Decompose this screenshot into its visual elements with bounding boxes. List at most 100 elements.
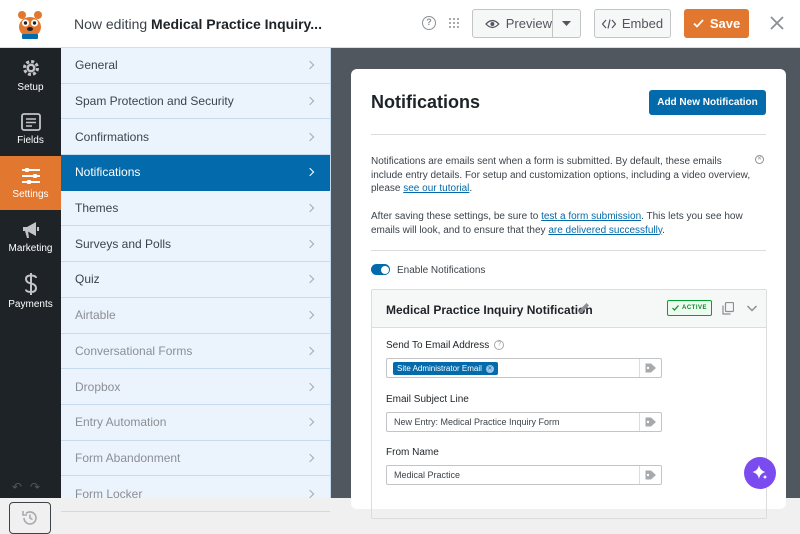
subject-label: Email Subject Line bbox=[386, 394, 469, 405]
settings-panel: General Spam Protection and Security Confi… bbox=[61, 48, 331, 512]
preview-dropdown-button[interactable] bbox=[553, 20, 580, 27]
notifications-card: Notifications Add New Notification Notif… bbox=[351, 69, 786, 519]
settings-item-surveys-and-polls[interactable]: Surveys and Polls bbox=[61, 226, 330, 263]
info2-a: After saving these settings, be sure to bbox=[371, 211, 542, 222]
tag-icon bbox=[645, 470, 656, 480]
settings-item-themes[interactable]: Themes bbox=[61, 191, 330, 227]
settings-item-label: Quiz bbox=[75, 272, 100, 287]
divider bbox=[371, 134, 766, 135]
sidebar-settings[interactable]: Settings bbox=[0, 156, 61, 210]
code-icon bbox=[601, 18, 616, 29]
settings-item-label: Spam Protection and Security bbox=[75, 94, 234, 109]
chevron-right-icon bbox=[305, 310, 315, 320]
chevron-right-icon bbox=[305, 61, 315, 70]
add-new-notification-button[interactable]: Add New Notification bbox=[649, 90, 766, 115]
enable-notifications-toggle[interactable] bbox=[371, 264, 390, 275]
settings-item-label: Confirmations bbox=[75, 129, 150, 144]
caret-down-icon bbox=[562, 20, 571, 26]
checkmark-icon bbox=[693, 19, 704, 28]
settings-item-label: Form Abandonment bbox=[75, 450, 181, 465]
history-icon bbox=[22, 511, 37, 525]
sidebar-label: Setup bbox=[17, 81, 44, 93]
chevron-right-icon bbox=[305, 168, 315, 177]
chevron-right-icon bbox=[305, 96, 315, 106]
embed-label: Embed bbox=[621, 16, 664, 31]
preview-button[interactable]: Preview bbox=[473, 10, 553, 37]
settings-item-form-abandonment[interactable]: Form Abandonment bbox=[61, 441, 330, 477]
chevron-right-icon bbox=[305, 239, 315, 249]
eye-icon bbox=[485, 19, 500, 28]
settings-item-label: Airtable bbox=[75, 308, 116, 323]
smart-tags-button[interactable] bbox=[639, 359, 661, 377]
notification-header[interactable]: Medical Practice Inquiry Notification AC… bbox=[372, 290, 766, 328]
settings-item-label: Entry Automation bbox=[75, 415, 167, 430]
settings-item-entry-automation[interactable]: Entry Automation bbox=[61, 405, 330, 441]
notifications-info-text: Notifications are emails sent when a for… bbox=[371, 155, 753, 196]
check-icon bbox=[672, 305, 679, 311]
settings-item-conversational-forms[interactable]: Conversational Forms bbox=[61, 334, 330, 370]
pencil-icon[interactable] bbox=[578, 302, 590, 314]
settings-item-notifications[interactable]: Notifications bbox=[61, 155, 330, 191]
sidebar-setup[interactable]: Setup bbox=[0, 48, 61, 102]
settings-item-confirmations[interactable]: Confirmations bbox=[61, 119, 330, 156]
email-chip[interactable]: Site Administrator Email ✕ bbox=[393, 362, 498, 375]
settings-item-dropbox[interactable]: Dropbox bbox=[61, 369, 330, 405]
grid-icon[interactable] bbox=[448, 17, 460, 29]
settings-item-label: General bbox=[75, 58, 118, 73]
question-icon[interactable]: ? bbox=[494, 340, 505, 351]
from-name-label: From Name bbox=[386, 447, 439, 458]
duplicate-icon[interactable] bbox=[722, 302, 734, 315]
tutorial-link[interactable]: see our tutorial bbox=[403, 183, 469, 194]
wpforms-logo bbox=[0, 0, 60, 48]
undo-redo[interactable]: ↶↷ bbox=[12, 480, 48, 494]
send-to-label: Send To Email Address? bbox=[386, 340, 505, 351]
status-badge: ACTIVE bbox=[667, 300, 712, 316]
chevron-right-icon bbox=[305, 489, 315, 498]
sidebar-marketing[interactable]: Marketing bbox=[0, 210, 61, 264]
dismiss-info-icon[interactable]: ✕ bbox=[755, 155, 764, 164]
page-title: Now editing Medical Practice Inquiry... bbox=[74, 16, 322, 32]
smart-tags-button[interactable] bbox=[639, 466, 661, 484]
enable-notifications-label: Enable Notifications bbox=[397, 265, 486, 276]
info2-c: . bbox=[662, 224, 665, 236]
close-icon bbox=[770, 16, 784, 30]
send-to-email-field[interactable]: Site Administrator Email ✕ bbox=[386, 358, 662, 378]
settings-item-quiz[interactable]: Quiz bbox=[61, 262, 330, 298]
form-name: Medical Practice Inquiry... bbox=[151, 15, 322, 32]
test-submission-link[interactable]: test a form submission bbox=[541, 211, 641, 222]
settings-item-general[interactable]: General bbox=[61, 48, 330, 84]
tag-icon bbox=[645, 363, 656, 373]
delivered-link[interactable]: are delivered successfully bbox=[548, 225, 662, 236]
send-to-label-text: Send To Email Address bbox=[386, 340, 490, 351]
divider bbox=[371, 250, 766, 251]
fields-icon bbox=[20, 112, 41, 131]
sidebar-label: Payments bbox=[8, 298, 53, 310]
from-name-field[interactable]: Medical Practice bbox=[386, 465, 662, 485]
top-bar: Now editing Medical Practice Inquiry... … bbox=[0, 0, 800, 48]
embed-button[interactable]: Embed bbox=[594, 9, 671, 38]
close-button[interactable] bbox=[764, 10, 790, 36]
chevron-right-icon bbox=[305, 203, 315, 213]
chevron-right-icon bbox=[305, 132, 315, 141]
sidebar-label: Marketing bbox=[8, 242, 53, 254]
chevron-down-icon[interactable] bbox=[746, 302, 758, 314]
settings-item-label: Form Locker bbox=[75, 486, 143, 501]
settings-item-label: Surveys and Polls bbox=[75, 236, 172, 251]
status-badge-label: ACTIVE bbox=[681, 305, 707, 311]
revisions-button[interactable] bbox=[9, 502, 51, 534]
sidebar-fields[interactable]: Fields bbox=[0, 102, 61, 156]
remove-chip-icon[interactable]: ✕ bbox=[485, 364, 494, 373]
save-button[interactable]: Save bbox=[684, 9, 749, 38]
builder-sidebar: Setup Fields Settings Marketing Payments… bbox=[0, 48, 61, 534]
dollar-icon bbox=[24, 272, 37, 295]
email-subject-field[interactable]: New Entry: Medical Practice Inquiry Form bbox=[386, 412, 662, 432]
settings-item-airtable[interactable]: Airtable bbox=[61, 298, 330, 334]
smart-tags-button[interactable] bbox=[639, 413, 661, 431]
notification-block: Medical Practice Inquiry Notification AC… bbox=[371, 289, 767, 519]
sidebar-payments[interactable]: Payments bbox=[0, 264, 61, 318]
settings-item-form-locker[interactable]: Form Locker bbox=[61, 476, 330, 512]
settings-item-spam-protection-and-security[interactable]: Spam Protection and Security bbox=[61, 84, 330, 120]
help-icon[interactable]: ? bbox=[422, 16, 436, 30]
notifications-help-text: After saving these settings, be sure to … bbox=[371, 210, 756, 237]
ai-assistant-button[interactable] bbox=[744, 457, 776, 489]
